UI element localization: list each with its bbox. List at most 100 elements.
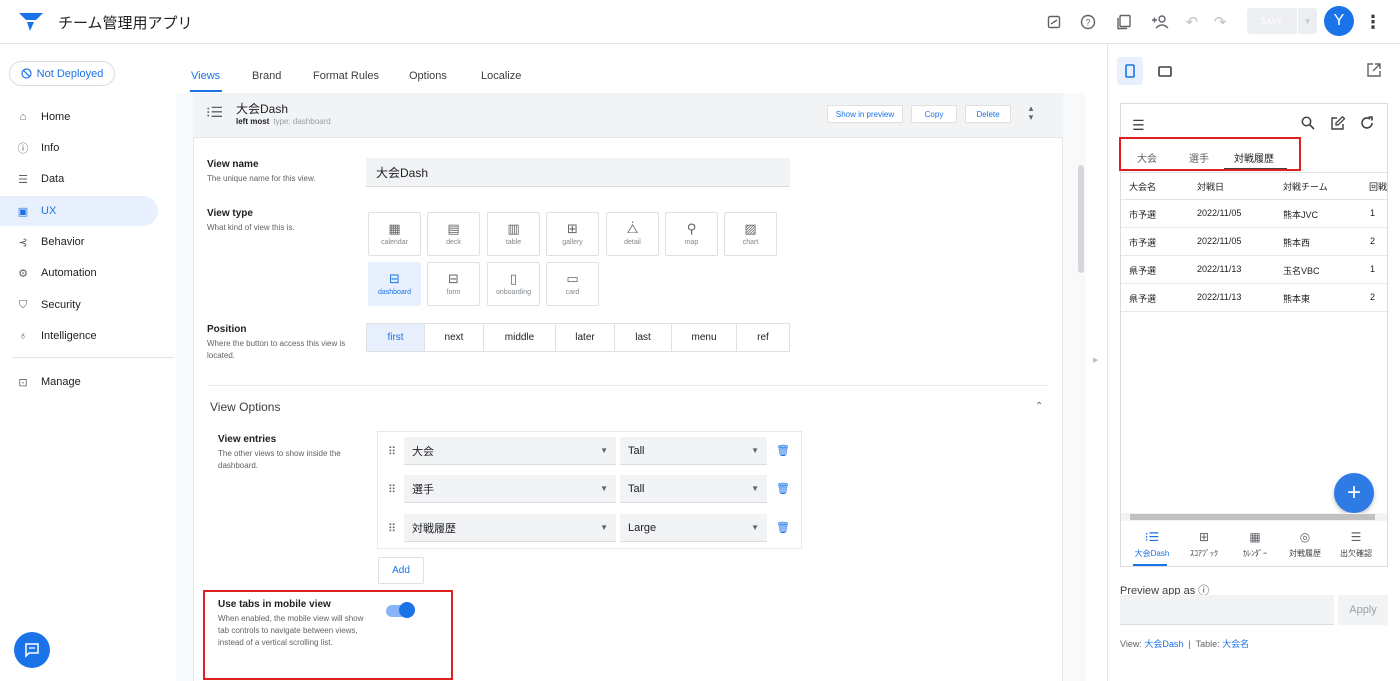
expand-collapse-icon[interactable]: ▴ ▾	[1025, 104, 1037, 122]
view-type-onboarding[interactable]: ▯ onboarding	[487, 262, 540, 306]
drag-handle-icon[interactable]: ⠿	[388, 522, 396, 535]
chevron-up-icon[interactable]: ⌃	[1035, 401, 1043, 412]
more-menu-icon[interactable]: ⋮	[1364, 11, 1382, 33]
table-cell[interactable]: 1	[1370, 208, 1375, 218]
table-cell[interactable]: 2022/11/13	[1197, 292, 1241, 302]
view-type-map[interactable]: ⚲ map	[665, 212, 718, 256]
table-link[interactable]: 大会名	[1222, 639, 1249, 649]
column-header[interactable]: 対戦日	[1197, 180, 1224, 193]
view-type-form[interactable]: ⊟ form	[427, 262, 480, 306]
bottom-nav-item-scorebook[interactable]: ⊞ ｽｺｱﾌﾞｯｸ	[1179, 531, 1229, 559]
position-menu[interactable]: menu	[672, 324, 737, 351]
table-cell[interactable]: 玉名VBC	[1283, 264, 1320, 277]
tab-views[interactable]: Views	[191, 70, 220, 82]
entry-size-select[interactable]: Large ▼	[620, 514, 767, 542]
tab-format-rules[interactable]: Format Rules	[313, 70, 379, 82]
help-icon[interactable]: ?	[1077, 11, 1099, 33]
entry-size-select[interactable]: Tall ▼	[620, 437, 767, 465]
table-cell[interactable]: 県予選	[1129, 264, 1156, 277]
bottom-nav-item-calendar[interactable]: ▦ ｶﾚﾝﾀﾞｰ	[1230, 531, 1280, 559]
view-type-gallery[interactable]: ⊞ gallery	[546, 212, 599, 256]
copy-button[interactable]: Copy	[911, 105, 957, 123]
sidebar-item-ux[interactable]: ▣ UX	[0, 196, 158, 226]
collapse-pane-icon[interactable]: ▶	[1093, 356, 1098, 364]
sidebar-item-behavior[interactable]: ⊰ Behavior	[0, 227, 158, 257]
table-cell[interactable]: 2022/11/05	[1197, 208, 1241, 218]
entry-view-select[interactable]: 対戦履歴 ▼	[404, 514, 616, 542]
app-logo[interactable]	[18, 10, 44, 32]
chat-button[interactable]	[14, 632, 50, 668]
delete-button[interactable]: Delete	[965, 105, 1011, 123]
save-button[interactable]: SAVE ▼	[1247, 8, 1317, 34]
entry-view-select[interactable]: 大会 ▼	[404, 437, 616, 465]
drag-handle-icon[interactable]: ⠿	[388, 445, 396, 458]
add-entry-button[interactable]: Add	[378, 557, 424, 584]
sidebar-item-intelligence[interactable]: ♁ Intelligence	[0, 321, 158, 351]
position-last[interactable]: last	[615, 324, 672, 351]
sidebar-item-security[interactable]: ⛉ Security	[0, 290, 158, 320]
delete-entry-icon[interactable]: 🗑	[776, 444, 790, 457]
scrollbar-thumb[interactable]	[1130, 514, 1375, 520]
table-cell[interactable]: 市予選	[1129, 208, 1156, 221]
table-cell[interactable]: 2022/11/05	[1197, 236, 1241, 246]
view-type-detail[interactable]: ⧊ detail	[606, 212, 659, 256]
table-cell[interactable]: 県予選	[1129, 292, 1156, 305]
view-options-title[interactable]: View Options	[210, 400, 280, 414]
position-middle[interactable]: middle	[484, 324, 556, 351]
bottom-nav-item-dash[interactable]: ⁝☰ 大会Dash	[1127, 531, 1177, 559]
sidebar-item-info[interactable]: ⓘ Info	[0, 133, 158, 163]
table-cell[interactable]: 熊本東	[1283, 292, 1310, 305]
phone-preview-toggle[interactable]	[1117, 57, 1143, 85]
tab-options[interactable]: Options	[409, 70, 447, 82]
bottom-nav-item-attendance[interactable]: ☰ 出欠確認	[1331, 531, 1381, 559]
sidebar-item-data[interactable]: ☰ Data	[0, 164, 158, 194]
view-link[interactable]: 大会Dash	[1144, 639, 1183, 649]
copy-app-icon[interactable]	[1113, 11, 1135, 33]
refresh-icon[interactable]	[1360, 116, 1374, 133]
issues-icon[interactable]	[1043, 11, 1065, 33]
entry-view-select[interactable]: 選手 ▼	[404, 475, 616, 503]
add-record-fab[interactable]: +	[1334, 473, 1374, 513]
save-dropdown-icon[interactable]: ▼	[1297, 8, 1317, 34]
tablet-preview-toggle[interactable]	[1155, 61, 1175, 81]
view-type-chart[interactable]: ▨ chart	[724, 212, 777, 256]
toggle-knob[interactable]	[399, 602, 415, 618]
sidebar-item-home[interactable]: ⌂ Home	[0, 102, 158, 132]
view-type-calendar[interactable]: ▦ calendar	[368, 212, 421, 256]
preview-as-input[interactable]	[1120, 595, 1334, 625]
table-cell[interactable]: 1	[1370, 264, 1375, 274]
entry-size-select[interactable]: Tall ▼	[620, 475, 767, 503]
view-name-input[interactable]: 大会Dash	[366, 158, 790, 187]
show-in-preview-button[interactable]: Show in preview	[827, 105, 903, 123]
delete-entry-icon[interactable]: 🗑	[776, 482, 790, 495]
position-next[interactable]: next	[425, 324, 484, 351]
redo-icon[interactable]: ↷	[1209, 11, 1231, 33]
sort-menu-icon[interactable]: ☰	[1132, 117, 1145, 134]
bottom-nav-item-history[interactable]: ◎ 対戦履歴	[1280, 531, 1330, 559]
open-external-icon[interactable]	[1366, 62, 1382, 78]
drag-handle-icon[interactable]: ⠿	[388, 483, 396, 496]
table-cell[interactable]: 2	[1370, 236, 1375, 246]
sidebar-item-automation[interactable]: ⚙ Automation	[0, 258, 158, 288]
apply-button[interactable]: Apply	[1338, 595, 1388, 625]
tab-localize[interactable]: Localize	[481, 70, 521, 82]
position-later[interactable]: later	[556, 324, 615, 351]
sidebar-item-manage[interactable]: ⊡ Manage	[0, 367, 158, 397]
edit-icon[interactable]	[1330, 115, 1346, 134]
view-type-table[interactable]: ▥ table	[487, 212, 540, 256]
table-cell[interactable]: 2	[1370, 292, 1375, 302]
avatar[interactable]: Y	[1324, 6, 1354, 36]
scrollbar[interactable]	[1078, 165, 1084, 273]
share-user-icon[interactable]	[1149, 11, 1171, 33]
column-header[interactable]: 大会名	[1129, 180, 1156, 193]
table-cell[interactable]: 2022/11/13	[1197, 264, 1241, 274]
search-icon[interactable]	[1301, 116, 1315, 133]
tab-brand[interactable]: Brand	[252, 70, 281, 82]
table-cell[interactable]: 熊本JVC	[1283, 208, 1318, 221]
position-first[interactable]: first	[367, 324, 425, 351]
table-cell[interactable]: 市予選	[1129, 236, 1156, 249]
view-type-card[interactable]: ▭ card	[546, 262, 599, 306]
view-type-dashboard[interactable]: ⊟ dashboard	[368, 262, 421, 306]
delete-entry-icon[interactable]: 🗑	[776, 521, 790, 534]
deploy-status-chip[interactable]: Not Deployed	[9, 61, 115, 86]
